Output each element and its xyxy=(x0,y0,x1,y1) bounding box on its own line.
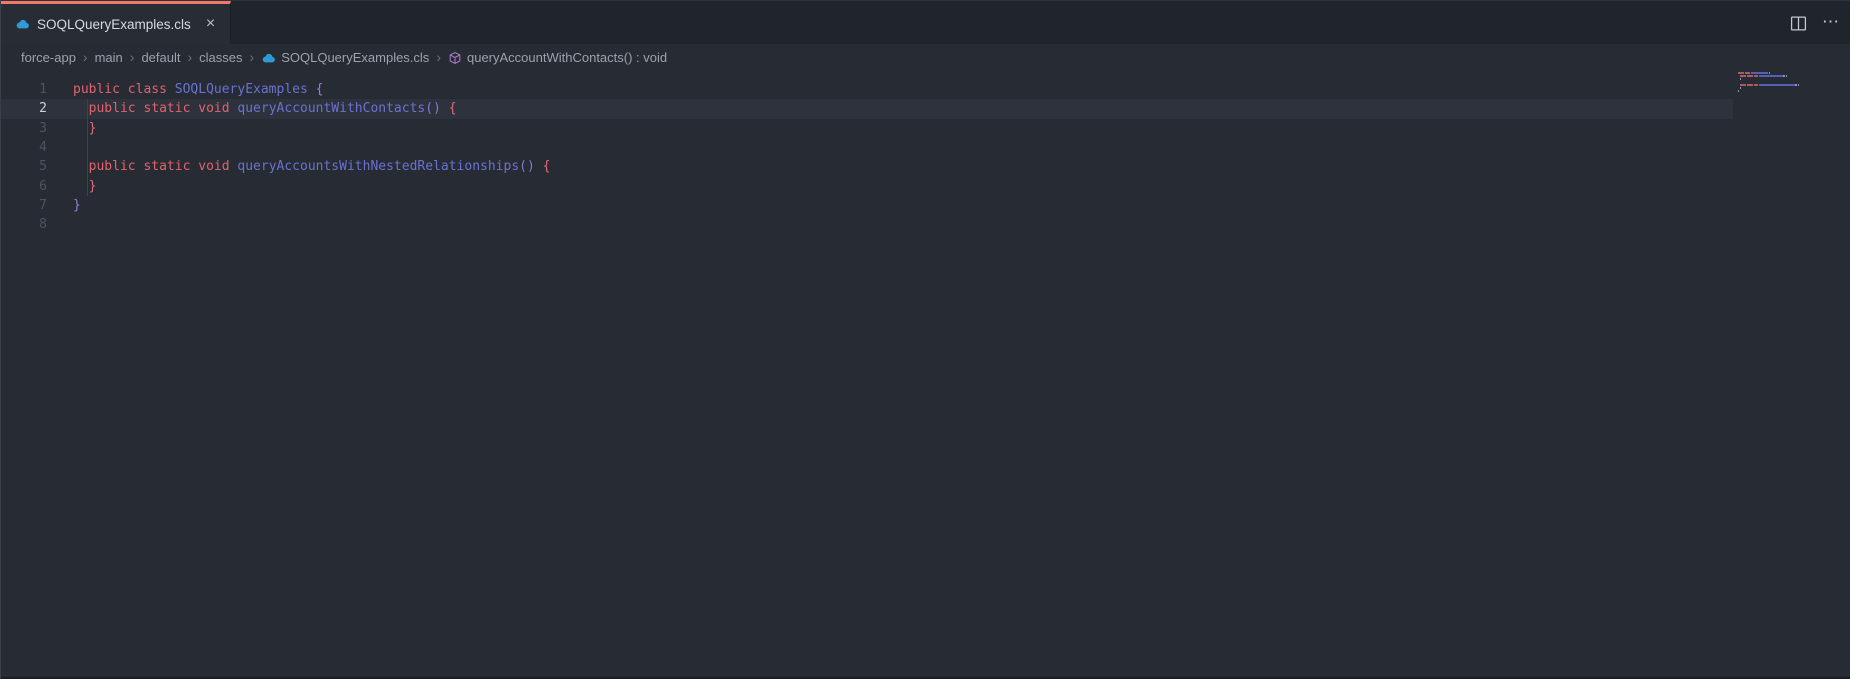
symbol-method-icon xyxy=(448,51,462,65)
code-line[interactable]: 7} xyxy=(1,196,1850,215)
tab-bar-actions: ⋯ xyxy=(1790,1,1840,45)
more-actions-icon[interactable]: ⋯ xyxy=(1822,13,1840,34)
line-number: 6 xyxy=(39,178,47,194)
line-number: 3 xyxy=(39,120,47,136)
minimap-line xyxy=(1738,90,1850,92)
line-number: 4 xyxy=(39,139,47,155)
code-line[interactable]: 3 } xyxy=(1,119,1850,138)
code-line[interactable]: 6 } xyxy=(1,177,1850,196)
code-text: } xyxy=(88,178,97,194)
code-line[interactable]: 1 public class SOQLQueryExamples { xyxy=(1,80,1850,99)
apex-cloud-icon xyxy=(261,51,276,66)
breadcrumb-item[interactable]: classes xyxy=(199,50,242,65)
breadcrumb-item[interactable]: queryAccountWithContacts() : void xyxy=(467,50,667,65)
code-line[interactable]: 4 xyxy=(1,138,1850,157)
editor-tab-bar: SOQLQueryExamples.cls × ⋯ xyxy=(1,0,1850,44)
code-line[interactable]: 2 public static void queryAccountWithCon… xyxy=(1,99,1850,118)
minimap[interactable] xyxy=(1733,72,1850,96)
apex-cloud-icon xyxy=(15,17,30,32)
line-number: 8 xyxy=(39,217,47,233)
breadcrumb-item[interactable]: SOQLQueryExamples.cls xyxy=(281,50,429,65)
line-number: 5 xyxy=(39,159,47,175)
breadcrumb-separator: › xyxy=(187,49,193,65)
breadcrumb-separator: › xyxy=(436,49,441,65)
vscode-window: SOQLQueryExamples.cls × ⋯ force-app › main… xyxy=(0,0,1850,679)
breadcrumb-item[interactable]: main xyxy=(95,50,123,65)
minimap-line xyxy=(1738,81,1850,83)
editor[interactable]: 1 public class SOQLQueryExamples { 2 publi… xyxy=(1,70,1850,679)
minimap-line xyxy=(1738,78,1850,80)
minimap-line xyxy=(1738,87,1850,89)
code-area[interactable]: 1 public class SOQLQueryExamples { 2 publi… xyxy=(1,80,1850,235)
code-text: } xyxy=(73,197,81,213)
code-line[interactable]: 8 xyxy=(1,215,1850,234)
line-number: 2 xyxy=(39,101,47,117)
breadcrumb-item[interactable]: force-app xyxy=(21,50,76,65)
breadcrumb-separator: › xyxy=(129,49,135,65)
code-text: } xyxy=(88,120,97,136)
line-number: 1 xyxy=(39,82,47,97)
code-text: public static void queryAccountWithConta… xyxy=(88,101,457,117)
minimap-line xyxy=(1738,75,1850,77)
code-text: public static void queryAccountsWithNest… xyxy=(88,159,551,175)
tab-soqlqueryexamples[interactable]: SOQLQueryExamples.cls × xyxy=(1,1,232,44)
tab-label: SOQLQueryExamples.cls xyxy=(37,16,191,32)
breadcrumb-separator: › xyxy=(249,49,255,65)
breadcrumb: force-app › main › default › classes › SOQLQuery… xyxy=(1,44,1850,70)
code-text: public class SOQLQueryExamples { xyxy=(73,82,324,97)
line-number: 7 xyxy=(39,197,47,213)
minimap-line xyxy=(1738,84,1850,86)
minimap-line xyxy=(1738,72,1850,74)
split-editor-icon[interactable] xyxy=(1790,15,1807,32)
minimap-line xyxy=(1738,93,1850,95)
code-line[interactable]: 5 public static void queryAccountsWithNe… xyxy=(1,157,1850,176)
breadcrumb-separator: › xyxy=(82,49,88,65)
breadcrumb-item[interactable]: default xyxy=(141,50,180,65)
close-icon[interactable]: × xyxy=(203,15,218,33)
